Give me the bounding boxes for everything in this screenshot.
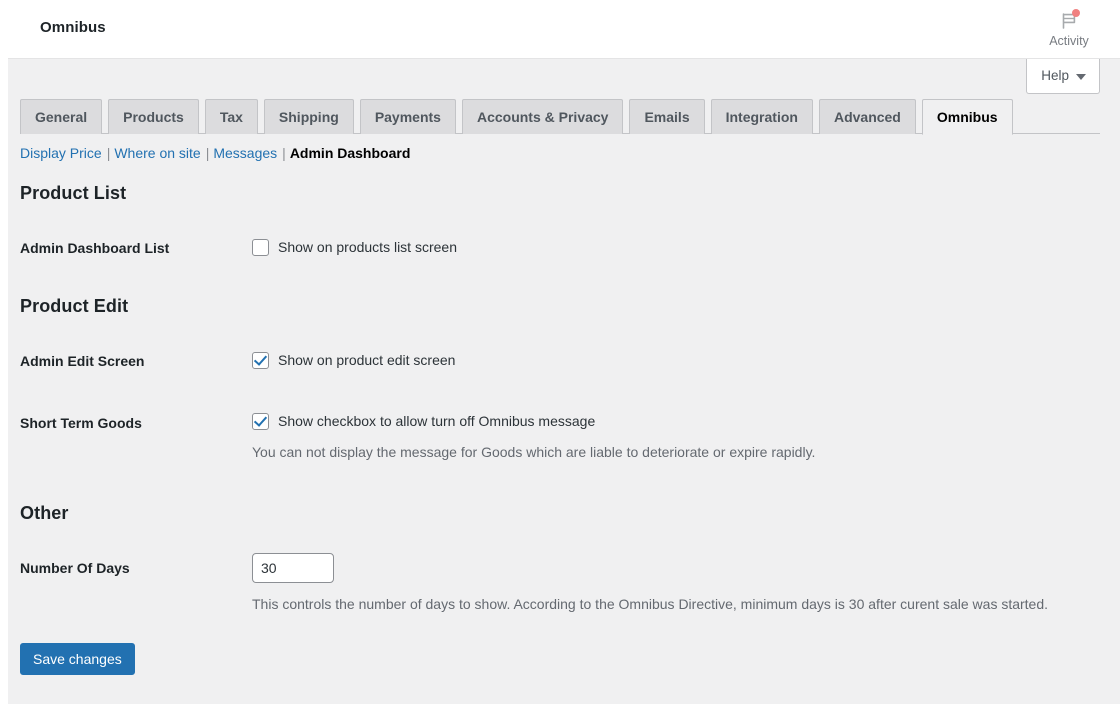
chevron-down-icon bbox=[1076, 73, 1086, 80]
field-number-of-days: This controls the number of days to show… bbox=[252, 553, 1048, 613]
field-admin-dashboard-list: Show on products list screen bbox=[252, 238, 457, 256]
tab-emails[interactable]: Emails bbox=[629, 99, 705, 134]
field-short-term-goods: Show checkbox to allow turn off Omnibus … bbox=[252, 412, 815, 461]
section-heading-product-edit: Product Edit bbox=[20, 296, 129, 316]
breadcrumb: Display Price | Where on site | Messages | Adm… bbox=[20, 145, 410, 162]
row-label-admin-dashboard-list: Admin Dashboard List bbox=[20, 240, 170, 256]
activity-badge-dot bbox=[1072, 9, 1080, 17]
settings-tab-bar: General Products Tax Shipping Payments Accoun… bbox=[20, 99, 1100, 135]
section-heading-product-list: Product List bbox=[20, 183, 127, 203]
help-label: Help bbox=[1041, 67, 1069, 83]
save-changes-button[interactable]: Save changes bbox=[20, 643, 135, 675]
tab-shipping[interactable]: Shipping bbox=[263, 99, 354, 134]
subnav-item-where-on-site[interactable]: Where on site bbox=[114, 145, 200, 161]
row-label-short-term-goods: Short Term Goods bbox=[20, 415, 142, 431]
tab-payments[interactable]: Payments bbox=[359, 99, 456, 134]
tab-omnibus[interactable]: Omnibus bbox=[921, 99, 1013, 135]
number-of-days-input[interactable] bbox=[252, 553, 334, 583]
help-button[interactable]: Help bbox=[1026, 59, 1100, 94]
checkbox-short-term-goods[interactable] bbox=[252, 412, 269, 430]
tab-advanced[interactable]: Advanced bbox=[818, 99, 916, 134]
breadcrumb-separator: | bbox=[106, 145, 111, 161]
activity-label: Activity bbox=[1049, 34, 1089, 48]
settings-page: Omnibus Activity Help General Products Tax… bbox=[0, 0, 1120, 704]
tab-integration[interactable]: Integration bbox=[710, 99, 813, 134]
subnav-item-messages[interactable]: Messages bbox=[213, 145, 277, 161]
checkbox-admin-dashboard-list-wrap[interactable]: Show on products list screen bbox=[252, 238, 457, 256]
checkbox-label-admin-edit-screen: Show on product edit screen bbox=[278, 352, 456, 368]
description-short-term-goods: You can not display the message for Good… bbox=[252, 444, 816, 460]
tab-tax[interactable]: Tax bbox=[204, 99, 258, 134]
subnav-item-admin-dashboard: Admin Dashboard bbox=[289, 145, 411, 161]
checkbox-admin-dashboard-list[interactable] bbox=[252, 238, 269, 256]
left-gutter bbox=[0, 0, 8, 704]
checkbox-label-short-term-goods: Show checkbox to allow turn off Omnibus … bbox=[278, 413, 596, 429]
checkbox-short-term-goods-wrap[interactable]: Show checkbox to allow turn off Omnibus … bbox=[252, 412, 815, 430]
help-button-wrap: Help bbox=[1026, 59, 1100, 95]
tab-accounts-privacy[interactable]: Accounts & Privacy bbox=[461, 99, 624, 134]
activity-button[interactable]: Activity bbox=[1038, 5, 1100, 53]
page-title: Omnibus bbox=[40, 19, 106, 36]
top-header-bar: Omnibus Activity bbox=[8, 0, 1120, 59]
breadcrumb-separator: | bbox=[282, 145, 286, 161]
row-label-number-of-days: Number Of Days bbox=[20, 560, 130, 576]
checkbox-admin-edit-screen-wrap[interactable]: Show on product edit screen bbox=[252, 351, 455, 369]
field-admin-edit-screen: Show on product edit screen bbox=[252, 351, 455, 369]
section-heading-other: Other bbox=[20, 503, 69, 523]
checkbox-label-admin-dashboard-list: Show on products list screen bbox=[278, 239, 457, 255]
row-label-admin-edit-screen: Admin Edit Screen bbox=[20, 353, 145, 369]
checkbox-admin-edit-screen[interactable] bbox=[252, 351, 269, 369]
tab-general[interactable]: General bbox=[20, 99, 103, 134]
tab-products[interactable]: Products bbox=[108, 99, 199, 134]
breadcrumb-separator: | bbox=[205, 145, 210, 161]
subnav-item-display-price[interactable]: Display Price bbox=[20, 145, 102, 161]
description-number-of-days: This controls the number of days to show… bbox=[252, 596, 1049, 612]
flag-icon bbox=[1057, 9, 1081, 33]
